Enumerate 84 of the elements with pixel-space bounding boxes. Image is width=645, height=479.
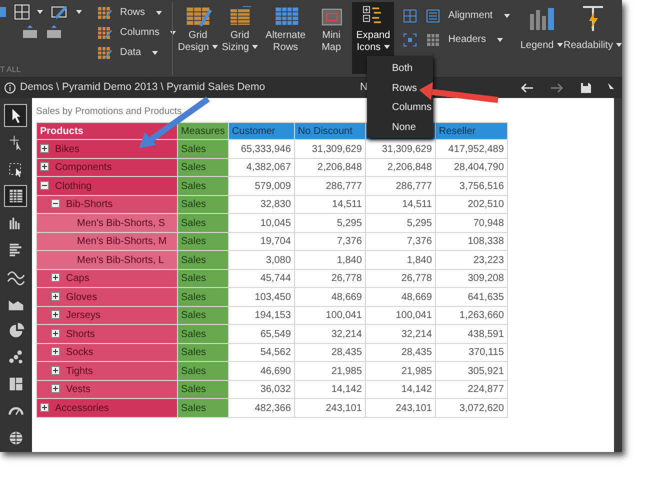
- table-cell: 641,635: [435, 288, 508, 306]
- table-cell: 32,214: [365, 324, 436, 344]
- table-cell: 65,333,946: [228, 140, 294, 158]
- column-header: Measures: [178, 122, 228, 140]
- table-cell: Sales: [178, 195, 228, 214]
- table-cell: Sales: [178, 158, 228, 177]
- table-cell: 2,206,848: [365, 158, 436, 177]
- table-cell: 28,404,790: [435, 158, 508, 177]
- table-cell: 438,591: [435, 324, 508, 344]
- table-cell: 32,214: [294, 324, 366, 344]
- table-cell: 286,777: [365, 176, 436, 196]
- table-cell: 482,366: [228, 398, 294, 418]
- table-cell: Sales: [178, 232, 228, 251]
- table-cell: 4,382,067: [228, 158, 294, 177]
- table-cell: Sales: [178, 288, 228, 306]
- table-cell: 7,376: [365, 232, 436, 251]
- table-cell: 103,450: [228, 288, 294, 306]
- column-header: Customer: [228, 122, 294, 140]
- table-cell: Sales: [178, 250, 228, 270]
- cut-text: N: [360, 80, 368, 96]
- table-cell: Sales: [178, 343, 228, 362]
- table-cell: Sales: [178, 269, 228, 288]
- table-cell: 286,777: [294, 176, 366, 196]
- table-cell: 31,309,629: [294, 140, 366, 158]
- table-cell: Sales: [178, 176, 228, 196]
- table-cell: 5,295: [294, 214, 366, 232]
- table-cell: 417,952,489: [435, 140, 508, 158]
- table-cell: 243,101: [294, 398, 366, 418]
- table-cell: Sales: [178, 140, 228, 158]
- table-cell: 10,045: [228, 214, 294, 232]
- table-cell: Sales: [178, 398, 228, 418]
- table-cell: 14,511: [365, 195, 436, 214]
- table-cell: 54,562: [228, 343, 294, 362]
- table-cell: 7,376: [294, 232, 366, 251]
- table-cell: 70,948: [435, 214, 508, 232]
- table-cell: Sales: [178, 380, 228, 399]
- table-cell: 32,830: [228, 195, 294, 214]
- column-header: No Discount: [294, 122, 366, 140]
- table-cell: 224,877: [435, 380, 508, 399]
- table-cell: 46,690: [228, 362, 294, 380]
- report-title: Sales by Promotions and Products: [35, 105, 183, 119]
- table-cell: 3,072,620: [435, 398, 508, 418]
- table-cell: 1,263,660: [435, 306, 508, 325]
- table-cell: 23,223: [435, 250, 508, 270]
- table-cell: 65,549: [228, 324, 294, 344]
- table-cell: 3,756,516: [435, 176, 508, 196]
- table-cell: 26,778: [294, 269, 366, 288]
- table-cell: 5,295: [365, 214, 436, 232]
- table-cell: 305,921: [435, 362, 508, 380]
- table-cell: 28,435: [365, 343, 436, 362]
- table-cell: 579,009: [228, 176, 294, 196]
- table-cell: 3,080: [228, 250, 294, 270]
- table-cell: 21,985: [294, 362, 366, 380]
- table-cell: 14,142: [365, 380, 436, 399]
- table-cell: 100,041: [365, 306, 436, 325]
- table-cell: 19,704: [228, 232, 294, 251]
- table-cell: 31,309,629: [365, 140, 436, 158]
- table-cell: 14,511: [294, 195, 366, 214]
- group-label: T ALL: [0, 65, 21, 74]
- table-cell: Sales: [178, 324, 228, 344]
- table-cell: 370,115: [435, 343, 508, 362]
- table-cell: 28,435: [294, 343, 366, 362]
- table-cell: 2,206,848: [294, 158, 366, 177]
- table-cell: 100,041: [294, 306, 366, 325]
- table-cell: 1,840: [365, 250, 436, 270]
- table-cell: 1,840: [294, 250, 366, 270]
- table-cell: Sales: [178, 306, 228, 325]
- table-cell: 45,744: [228, 269, 294, 288]
- breadcrumb-path: Demos \ Pyramid Demo 2013 \ Pyramid Sales Demo: [20, 81, 266, 94]
- table-cell: 36,032: [228, 380, 294, 399]
- table-cell: 243,101: [365, 398, 436, 418]
- table-cell: Sales: [178, 214, 228, 232]
- column-header: Products: [36, 122, 178, 140]
- table-cell: 48,669: [294, 288, 366, 306]
- table-cell: 26,778: [365, 269, 436, 288]
- table-cell: 194,153: [228, 306, 294, 325]
- table-cell: 108,338: [435, 232, 508, 251]
- table-cell: 202,510: [435, 195, 508, 214]
- column-header: Reseller: [435, 122, 508, 140]
- table-cell: 14,142: [294, 380, 366, 399]
- table-cell: 309,208: [435, 269, 508, 288]
- table-cell: 48,669: [365, 288, 436, 306]
- table-cell: Sales: [178, 362, 228, 380]
- table-cell: 21,985: [365, 362, 436, 380]
